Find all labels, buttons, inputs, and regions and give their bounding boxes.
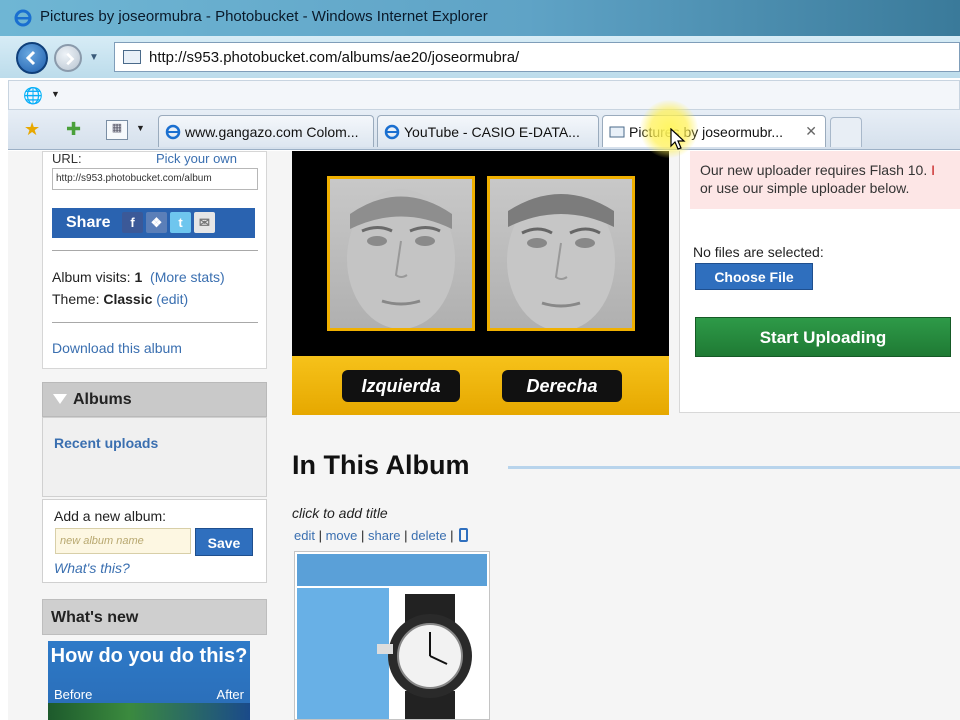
- izquierda-button[interactable]: Izquierda: [342, 370, 460, 402]
- album-visits-label: Album visits:: [52, 269, 131, 285]
- page-content: URL: Pick your own http://s953.photobuck…: [8, 151, 960, 720]
- promo-banner[interactable]: How do you do this? Before After: [48, 641, 250, 720]
- title-bar: Pictures by joseormubra - Photobucket - …: [0, 0, 960, 36]
- favorites-star-icon[interactable]: ★: [24, 119, 40, 140]
- tab-gangazo[interactable]: www.gangazo.com Colom...: [158, 115, 374, 147]
- album-visits: Album visits: 1 (More stats): [52, 269, 225, 285]
- share-icons: f ❖ t ✉: [122, 212, 215, 233]
- globe-icon[interactable]: 🌐: [23, 86, 43, 106]
- faces-banner: Izquierda Derecha: [292, 151, 669, 415]
- albums-header[interactable]: Albums: [42, 382, 267, 417]
- tab-label: YouTube - CASIO E-DATA...: [404, 124, 580, 140]
- new-album-input[interactable]: new album name: [55, 528, 191, 554]
- cursor-highlight: [640, 100, 698, 158]
- theme-value: Classic: [103, 291, 153, 307]
- move-link[interactable]: move: [326, 528, 358, 543]
- heading-rule: [508, 466, 960, 469]
- tab-label: www.gangazo.com Colom...: [185, 124, 359, 140]
- add-favorite-icon[interactable]: ✚: [66, 119, 81, 140]
- albums-list: Recent uploads: [42, 417, 267, 497]
- flash-install-link[interactable]: I: [931, 162, 935, 178]
- facebook-icon[interactable]: f: [122, 212, 143, 233]
- page-icon: [123, 50, 141, 64]
- photo-actions: edit | move | share | delete |: [294, 528, 469, 543]
- add-album-label: Add a new album:: [54, 508, 167, 524]
- delete-link[interactable]: delete: [411, 528, 446, 543]
- forward-button[interactable]: [54, 44, 82, 72]
- choose-file-button[interactable]: Choose File: [695, 263, 813, 290]
- myspace-icon[interactable]: ❖: [146, 212, 167, 233]
- flash-message-line2: or use our simple uploader below.: [700, 180, 910, 196]
- derecha-button[interactable]: Derecha: [502, 370, 622, 402]
- tab-bar: ★ ✚ ▦ ▼ www.gangazo.com Colom... YouTube…: [8, 110, 960, 150]
- edit-link[interactable]: edit: [294, 528, 315, 543]
- divider: [52, 322, 258, 323]
- command-bar: 🌐 ▼: [8, 80, 960, 110]
- email-icon[interactable]: ✉: [194, 212, 215, 233]
- navigation-bar: ▼ http://s953.photobucket.com/albums/ae2…: [0, 36, 960, 78]
- face-illustration: [507, 191, 615, 328]
- twitter-icon[interactable]: t: [170, 212, 191, 233]
- back-button[interactable]: [16, 42, 48, 74]
- page-icon: [609, 126, 625, 138]
- tab-photobucket[interactable]: Pictures by joseormubr... ✕: [602, 115, 826, 147]
- no-files-label: No files are selected:: [693, 244, 824, 260]
- share-label: Share: [66, 214, 111, 231]
- mobile-icon[interactable]: [459, 528, 469, 542]
- tab-list-dropdown[interactable]: ▼: [136, 123, 145, 133]
- whats-new-header: What's new: [42, 599, 267, 635]
- faces-button-strip: Izquierda Derecha: [292, 356, 669, 415]
- pick-your-own-link[interactable]: Pick your own: [156, 151, 237, 166]
- address-bar[interactable]: http://s953.photobucket.com/albums/ae20/…: [114, 42, 960, 72]
- more-stats-link[interactable]: (More stats): [150, 269, 225, 285]
- album-visits-count: 1: [134, 269, 143, 285]
- promo-before-label: Before: [54, 687, 93, 702]
- click-to-add-title[interactable]: click to add title: [292, 505, 388, 521]
- thumbnail-image: [297, 554, 487, 586]
- promo-question: How do you do this?: [50, 645, 248, 667]
- whats-new-heading: What's new: [51, 609, 139, 626]
- start-uploading-button[interactable]: Start Uploading: [695, 317, 951, 357]
- face-illustration: [347, 189, 455, 328]
- theme-label: Theme:: [52, 291, 100, 307]
- share-link[interactable]: share: [368, 528, 401, 543]
- album-url-field[interactable]: http://s953.photobucket.com/album: [52, 168, 258, 190]
- close-tab-icon[interactable]: ✕: [805, 123, 817, 140]
- new-tab-button[interactable]: [830, 117, 862, 147]
- window-title: Pictures by joseormubra - Photobucket - …: [40, 8, 488, 25]
- arrow-right-icon: [66, 52, 75, 66]
- url-label: URL:: [52, 151, 82, 166]
- recent-uploads-link[interactable]: Recent uploads: [54, 435, 158, 451]
- whats-this-link[interactable]: What's this?: [54, 560, 130, 576]
- mouse-cursor-icon: [670, 128, 686, 150]
- save-button[interactable]: Save: [195, 528, 253, 556]
- internet-explorer-icon: [384, 124, 400, 140]
- uploader-panel: Our new uploader requires Flash 10. I or…: [679, 151, 960, 413]
- promo-after-label: After: [216, 687, 244, 702]
- add-album-panel: Add a new album: new album name Save Wha…: [42, 499, 267, 583]
- divider: [52, 250, 258, 251]
- chevron-down-icon[interactable]: ▼: [51, 89, 60, 99]
- flash-message-line1: Our new uploader requires Flash 10.: [700, 162, 928, 178]
- face-image-right: [487, 176, 635, 331]
- face-image-left: [327, 176, 475, 331]
- internet-explorer-icon: [165, 124, 181, 140]
- album-heading: In This Album: [292, 450, 470, 480]
- quick-tabs-icon[interactable]: ▦: [106, 120, 128, 140]
- theme-edit-link[interactable]: (edit): [156, 291, 188, 307]
- theme-row: Theme: Classic (edit): [52, 291, 188, 307]
- share-bar[interactable]: Share f ❖ t ✉: [52, 208, 255, 238]
- flash-required-message: Our new uploader requires Flash 10. I or…: [690, 151, 960, 209]
- internet-explorer-icon: [14, 9, 32, 27]
- address-url[interactable]: http://s953.photobucket.com/albums/ae20/…: [149, 49, 519, 66]
- recent-pages-dropdown[interactable]: ▼: [89, 52, 99, 63]
- photo-thumbnail[interactable]: [294, 551, 490, 720]
- arrow-left-icon: [25, 50, 36, 66]
- tab-youtube[interactable]: YouTube - CASIO E-DATA...: [377, 115, 599, 147]
- albums-heading: Albums: [73, 391, 132, 408]
- collapse-triangle-icon[interactable]: [53, 394, 67, 404]
- download-album-link[interactable]: Download this album: [52, 340, 182, 356]
- watch-image: [377, 594, 472, 719]
- promo-image: [48, 703, 250, 720]
